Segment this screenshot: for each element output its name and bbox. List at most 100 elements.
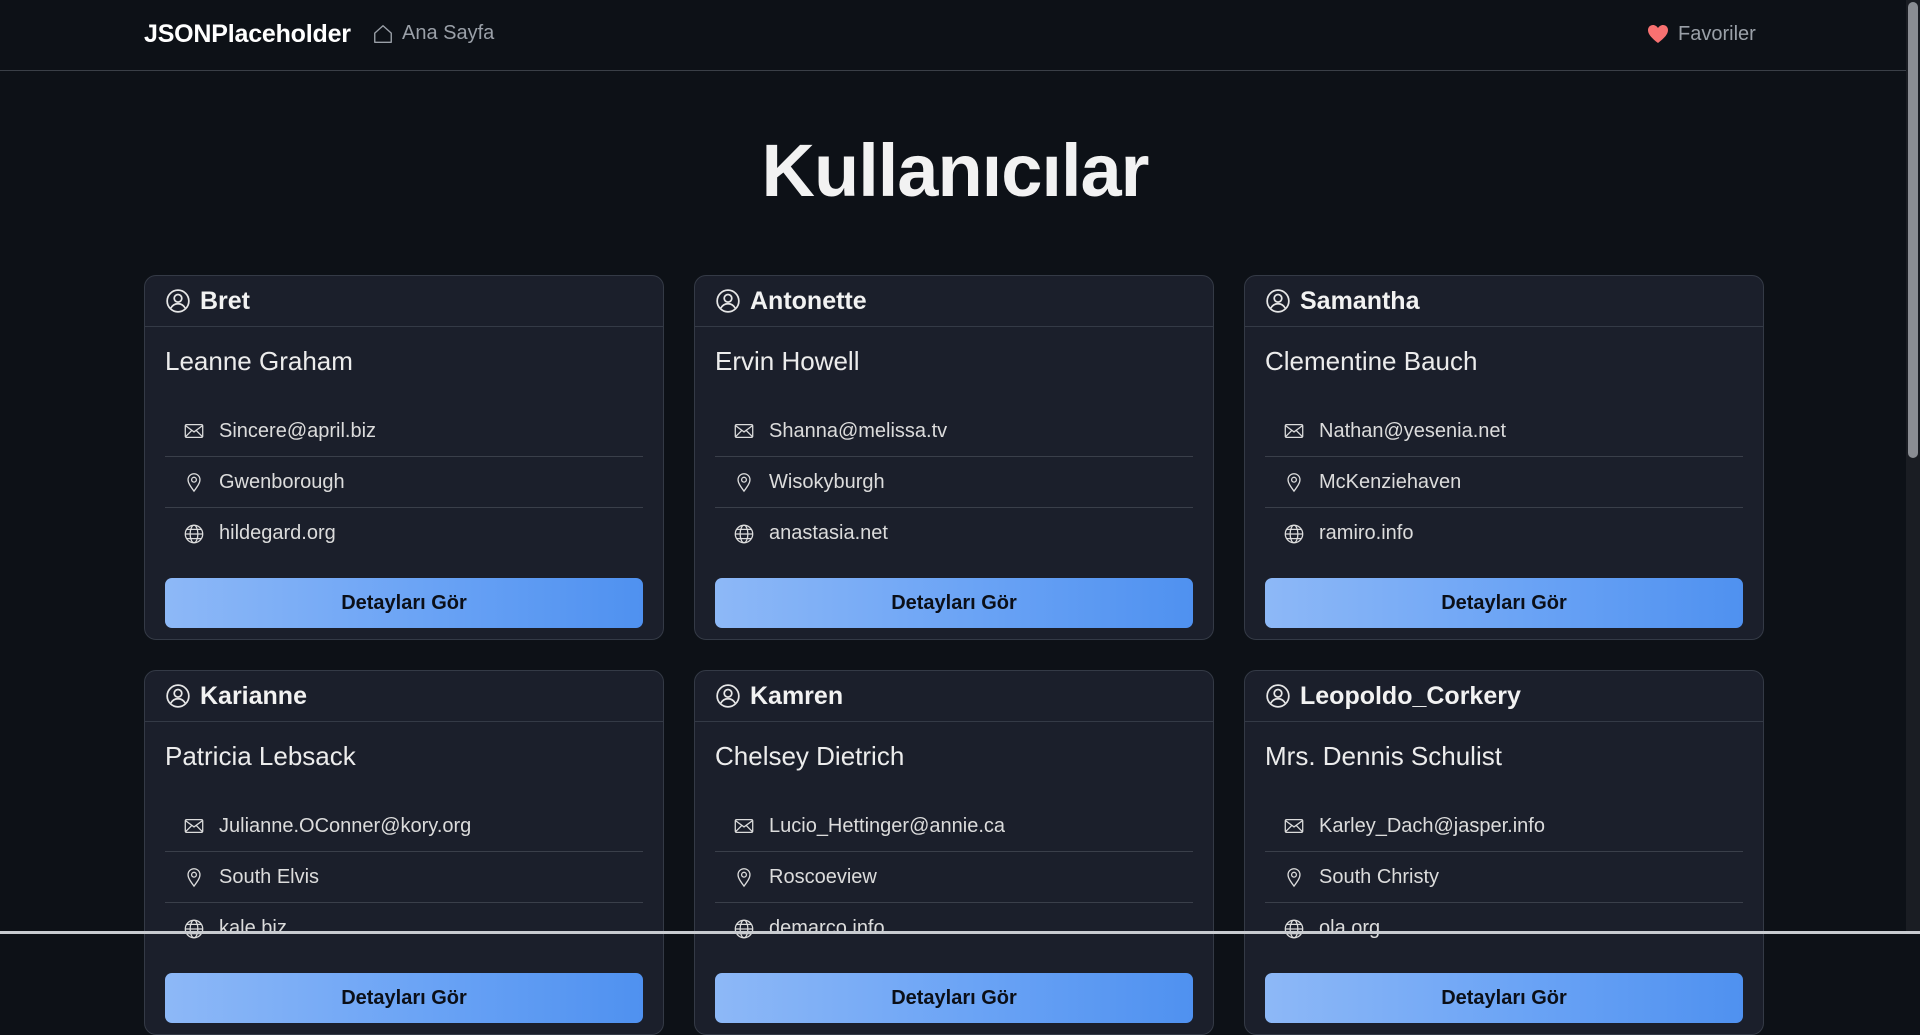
user-card: Antonette Ervin Howell Shanna@melissa.tv: [694, 275, 1214, 640]
details-button[interactable]: Detayları Gör: [165, 578, 643, 628]
info-website: demarco.info: [715, 903, 1193, 954]
card-username: Kamren: [750, 681, 844, 710]
info-website-value: ramiro.info: [1319, 522, 1414, 544]
card-username: Leopoldo_Corkery: [1300, 681, 1521, 710]
details-button[interactable]: Detayları Gör: [165, 973, 643, 1023]
nav-favorites-label: Favoriler: [1678, 22, 1756, 45]
map-pin-icon: [187, 473, 201, 493]
map-pin-icon: [1287, 868, 1301, 888]
user-card: Kamren Chelsey Dietrich Lucio_Hettinger@…: [694, 670, 1214, 1035]
globe-icon: [734, 919, 754, 938]
info-website: anastasia.net: [715, 508, 1193, 559]
map-pin-icon: [187, 868, 201, 888]
card-full-name: Chelsey Dietrich: [715, 741, 905, 771]
info-city: McKenziehaven: [1265, 457, 1743, 508]
heart-icon: [1648, 25, 1668, 43]
info-city: Roscoeview: [715, 852, 1193, 903]
user-circle-icon: [716, 289, 740, 313]
info-email: Karley_Dach@jasper.info: [1265, 801, 1743, 852]
info-list: Sincere@april.biz Gwenborough hildegard.…: [165, 406, 643, 559]
nav-home-label: Ana Sayfa: [402, 22, 495, 44]
user-circle-icon: [1266, 289, 1290, 313]
info-website: ramiro.info: [1265, 508, 1743, 559]
info-city: Gwenborough: [165, 457, 643, 508]
info-email-value: Sincere@april.biz: [219, 419, 377, 442]
scrollbar[interactable]: [1906, 0, 1920, 934]
card-full-name: Clementine Bauch: [1265, 346, 1478, 376]
info-city-value: Gwenborough: [219, 470, 345, 493]
info-city-value: McKenziehaven: [1319, 470, 1462, 493]
details-button[interactable]: Detayları Gör: [1265, 578, 1743, 628]
card-header: Samantha: [1245, 276, 1763, 327]
card-username: Bret: [200, 286, 251, 315]
card-body: Clementine Bauch Nathan@yesenia.net McKe…: [1245, 346, 1763, 628]
card-header: Karianne: [145, 671, 663, 722]
envelope-icon: [184, 423, 204, 439]
info-website: ola.org: [1265, 903, 1743, 954]
home-icon: [374, 24, 392, 43]
info-email: Julianne.OConner@kory.org: [165, 801, 643, 852]
user-circle-icon: [716, 684, 740, 708]
info-list: Nathan@yesenia.net McKenziehaven ramiro.…: [1265, 406, 1743, 559]
card-body: Leanne Graham Sincere@april.biz Gwenboro…: [145, 346, 663, 628]
card-full-name: Ervin Howell: [715, 346, 860, 376]
info-city-value: Wisokyburgh: [769, 470, 885, 493]
card-username: Samantha: [1300, 286, 1420, 315]
card-body: Ervin Howell Shanna@melissa.tv Wisokybur…: [695, 346, 1213, 628]
card-body: Mrs. Dennis Schulist Karley_Dach@jasper.…: [1245, 741, 1763, 1023]
user-grid: Bret Leanne Graham Sincere@april.biz Gwe…: [144, 275, 1764, 1035]
info-email-value: Nathan@yesenia.net: [1319, 419, 1507, 442]
nav-favorites-link[interactable]: Favoriler: [1646, 22, 1756, 46]
card-body: Chelsey Dietrich Lucio_Hettinger@annie.c…: [695, 741, 1213, 1023]
envelope-icon: [734, 818, 754, 834]
user-circle-icon: [166, 289, 190, 313]
info-city-value: Roscoeview: [769, 865, 877, 888]
info-website: hildegard.org: [165, 508, 643, 559]
info-city: Wisokyburgh: [715, 457, 1193, 508]
info-email: Sincere@april.biz: [165, 406, 643, 457]
user-card: Bret Leanne Graham Sincere@april.biz Gwe…: [144, 275, 664, 640]
user-card: Leopoldo_Corkery Mrs. Dennis Schulist Ka…: [1244, 670, 1764, 1035]
nav-home-link[interactable]: Ana Sayfa: [372, 22, 494, 45]
card-username: Karianne: [200, 681, 307, 710]
card-body: Patricia Lebsack Julianne.OConner@kory.o…: [145, 741, 663, 1023]
info-list: Shanna@melissa.tv Wisokyburgh anastasia.…: [715, 406, 1193, 559]
card-header: Antonette: [695, 276, 1213, 327]
details-button[interactable]: Detayları Gör: [1265, 973, 1743, 1023]
details-button[interactable]: Detayları Gör: [715, 578, 1193, 628]
info-email: Lucio_Hettinger@annie.ca: [715, 801, 1193, 852]
globe-icon: [1284, 919, 1304, 938]
card-full-name: Mrs. Dennis Schulist: [1265, 741, 1502, 771]
info-email-value: Shanna@melissa.tv: [769, 419, 948, 442]
info-city-value: South Christy: [1319, 865, 1440, 888]
user-card: Samantha Clementine Bauch Nathan@yesenia…: [1244, 275, 1764, 640]
user-circle-icon: [166, 684, 190, 708]
map-pin-icon: [1287, 473, 1301, 493]
info-email: Shanna@melissa.tv: [715, 406, 1193, 457]
info-city: South Christy: [1265, 852, 1743, 903]
globe-icon: [734, 524, 754, 543]
envelope-icon: [1284, 423, 1304, 439]
card-header: Kamren: [695, 671, 1213, 722]
map-pin-icon: [737, 473, 751, 493]
card-header: Bret: [145, 276, 663, 327]
navbar: JSONPlaceholder Ana Sayfa Favoriler: [0, 0, 1920, 71]
card-full-name: Leanne Graham: [165, 346, 353, 376]
globe-icon: [1284, 524, 1304, 543]
globe-icon: [184, 919, 204, 938]
envelope-icon: [1284, 818, 1304, 834]
card-full-name: Patricia Lebsack: [165, 741, 356, 771]
brand-logo[interactable]: JSONPlaceholder: [144, 20, 351, 49]
scrollbar-thumb[interactable]: [1908, 2, 1918, 458]
info-website-value: ola.org: [1319, 917, 1381, 939]
info-website-value: anastasia.net: [769, 522, 888, 544]
info-website-value: demarco.info: [769, 917, 885, 939]
info-website-value: kale.biz: [219, 917, 287, 939]
envelope-icon: [184, 818, 204, 834]
info-website: kale.biz: [165, 903, 643, 954]
user-circle-icon: [1266, 684, 1290, 708]
info-website-value: hildegard.org: [219, 522, 336, 544]
details-button[interactable]: Detayları Gör: [715, 973, 1193, 1023]
card-username: Antonette: [750, 286, 867, 315]
info-email-value: Lucio_Hettinger@annie.ca: [769, 814, 1006, 837]
